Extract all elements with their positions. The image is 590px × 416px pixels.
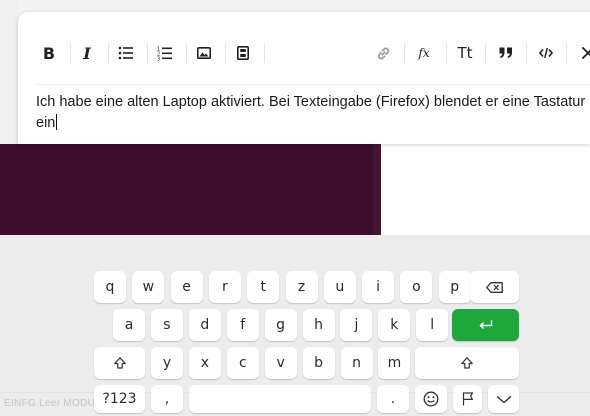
formula-button[interactable]: fx [411,40,437,66]
emoji-icon [423,391,439,407]
editor-toolbar: B I 123 fx Tt [36,40,590,68]
insert-video-button[interactable] [230,40,256,66]
film-icon [237,46,249,60]
shift-right-key[interactable] [415,347,519,379]
bullet-list-button[interactable] [113,40,139,66]
code-button[interactable] [533,40,559,66]
key-period[interactable]: . [377,385,409,413]
toolbar-separator [404,43,405,63]
editor-text-line: Ich habe eine alten Laptop aktiviert. Be… [36,94,586,110]
key-t[interactable]: t [247,271,280,303]
editor-text-line: ein [36,115,56,131]
text-size-button[interactable]: Tt [452,40,478,66]
background-status-text: EINFG Leer MODUS [4,398,103,409]
flag-icon [462,392,474,406]
close-editor-button[interactable] [575,40,590,66]
key-z[interactable]: z [285,271,318,303]
key-x[interactable]: x [188,347,221,379]
key-m[interactable]: m [378,347,411,379]
editor-text-area[interactable]: Ich habe eine alten Laptop aktiviert. Be… [36,92,590,134]
formula-label: fx [418,46,430,60]
italic-label: I [83,43,91,63]
bold-label: B [42,43,56,63]
image-icon [197,47,211,59]
shift-left-key[interactable] [94,347,145,379]
bullet-list-icon [118,46,134,60]
key-d[interactable]: d [188,309,221,341]
key-e[interactable]: e [170,271,203,303]
key-w[interactable]: w [132,271,165,303]
key-o[interactable]: o [400,271,433,303]
toolbar-divider [36,84,590,85]
key-p[interactable]: p [438,271,471,303]
key-s[interactable]: s [150,309,183,341]
key-u[interactable]: u [323,271,356,303]
link-icon [376,46,391,61]
toolbar-separator [566,43,567,63]
close-icon [582,47,590,59]
backspace-icon [486,281,503,293]
text-size-label: Tt [457,44,473,62]
key-k[interactable]: k [378,309,411,341]
hide-keyboard-key[interactable] [488,385,519,413]
key-q[interactable]: q [94,271,126,303]
toolbar-separator [526,43,527,63]
shift-icon [461,357,473,369]
quote-button[interactable] [493,40,519,66]
key-j[interactable]: j [340,309,373,341]
numbered-list-icon: 123 [157,46,173,61]
key-g[interactable]: g [264,309,297,341]
key-i[interactable]: i [362,271,395,303]
chevron-down-icon [496,395,512,404]
key-n[interactable]: n [340,347,373,379]
key-f[interactable]: f [226,309,259,341]
space-key[interactable] [189,385,371,413]
code-icon [539,47,553,59]
key-r[interactable]: r [208,271,241,303]
key-l[interactable]: l [416,309,449,341]
quote-icon [499,47,513,59]
background-white-region [381,144,590,235]
text-caret [56,114,58,130]
key-y[interactable]: y [151,347,183,379]
symbols-key[interactable]: ?123 [94,385,145,413]
toolbar-separator [225,43,226,63]
toolbar-separator [186,43,187,63]
background-panel [0,0,18,145]
backspace-key[interactable] [470,271,519,303]
key-b[interactable]: b [302,347,335,379]
italic-button[interactable]: I [74,40,100,66]
toolbar-separator [70,43,71,63]
key-v[interactable]: v [264,347,297,379]
key-c[interactable]: c [226,347,259,379]
toolbar-separator [485,43,486,63]
shift-icon [113,357,126,369]
toolbar-separator [147,43,148,63]
background-dark-edge [373,144,381,235]
key-h[interactable]: h [302,309,335,341]
insert-image-button[interactable] [191,40,217,66]
toolbar-separator [108,43,109,63]
editor-text-line-2: ein [36,113,590,134]
bold-button[interactable]: B [36,40,62,66]
enter-icon [478,320,493,330]
enter-key[interactable] [452,309,519,341]
key-a[interactable]: a [113,309,145,341]
toolbar-separator [446,43,447,63]
rich-text-editor: B I 123 fx Tt Ich habe eine alten Laptop… [18,12,590,144]
numbered-list-button[interactable]: 123 [152,40,178,66]
insert-link-button[interactable] [370,40,396,66]
svg-text:3: 3 [157,56,160,61]
background-dark-region [0,144,381,235]
emoji-key[interactable] [415,385,447,413]
toolbar-separator [264,43,265,63]
flag-key[interactable] [453,385,482,413]
key-comma[interactable]: , [151,385,183,413]
